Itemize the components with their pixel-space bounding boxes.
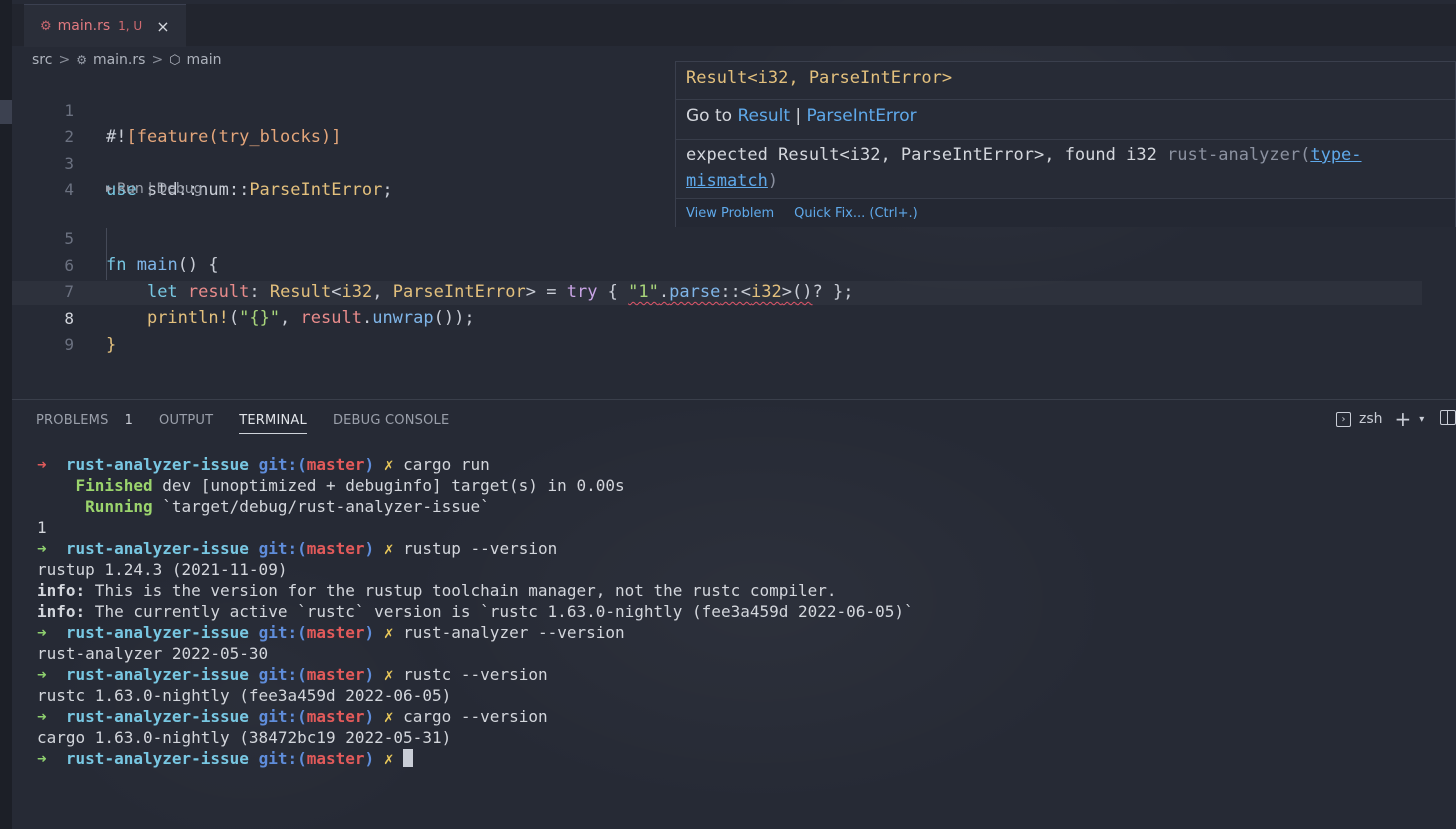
hover-popup: Result<i32, ParseIntError> Go to Result …: [675, 61, 1456, 227]
terminal-icon: ›: [1336, 411, 1351, 427]
panel-tabs: PROBLEMS 1 OUTPUT TERMINAL DEBUG CONSOLE: [36, 406, 475, 434]
code-line-8[interactable]: 8 }: [0, 280, 1420, 355]
codelens-run[interactable]: Run: [117, 181, 144, 197]
divider: [676, 99, 1455, 100]
terminal-line: 1: [37, 518, 47, 537]
rust-file-icon: ⚙: [40, 18, 52, 34]
rust-file-icon: ⚙: [76, 53, 87, 67]
plus-icon[interactable]: +: [1395, 409, 1412, 429]
breadcrumb-file[interactable]: main.rs: [93, 52, 145, 68]
view-problem-button[interactable]: View Problem: [686, 206, 774, 221]
chevron-right-icon: >: [151, 52, 164, 68]
panel-border: [12, 399, 1456, 400]
tab-terminal[interactable]: TERMINAL: [239, 406, 307, 434]
divider: [676, 139, 1455, 140]
terminal-line: ➜ rust-analyzer-issue git:(master) ✗ car…: [37, 455, 490, 474]
code-line-7[interactable]: 7 println!("{}", result.unwrap());: [0, 253, 1420, 328]
goto-result-link[interactable]: Result: [737, 106, 790, 126]
terminal-line: ➜ rust-analyzer-issue git:(master) ✗: [37, 748, 914, 769]
close-icon[interactable]: ×: [156, 17, 169, 36]
terminal-line: Finished dev [unoptimized + debuginfo] t…: [75, 476, 625, 495]
problems-count-badge: 1: [124, 412, 134, 428]
tab-main-rs[interactable]: ⚙ main.rs 1, U ×: [24, 4, 186, 47]
shell-name[interactable]: zsh: [1359, 411, 1383, 427]
hover-goto: Go to Result | ParseIntError: [686, 106, 917, 126]
cube-icon: ⬡: [169, 52, 181, 68]
terminal-line: rustup 1.24.3 (2021-11-09): [37, 560, 288, 579]
code-line-6[interactable]: 6 let result: Result<i32, ParseIntError>…: [0, 227, 1420, 302]
breadcrumb-symbol[interactable]: main: [187, 52, 222, 68]
terminal-line: rustc 1.63.0-nightly (fee3a459d 2022-06-…: [37, 686, 452, 705]
tab-output[interactable]: OUTPUT: [159, 406, 213, 434]
codelens-sep: |: [147, 181, 153, 197]
quick-fix-button[interactable]: Quick Fix... (Ctrl+.): [794, 206, 918, 221]
split-terminal-icon[interactable]: [1440, 410, 1456, 425]
tab-filename: main.rs: [57, 18, 111, 34]
breadcrumb: src > ⚙ main.rs > ⬡ main: [32, 50, 222, 70]
terminal-line: info: The currently active `rustc` versi…: [37, 602, 914, 621]
terminal-cursor: [403, 749, 414, 767]
hover-signature: Result<i32, ParseIntError>: [686, 68, 953, 88]
codelens-debug[interactable]: Debug: [157, 181, 203, 197]
terminal-line: ➜ rust-analyzer-issue git:(master) ✗ car…: [37, 707, 548, 726]
terminal-line: ➜ rust-analyzer-issue git:(master) ✗ rus…: [37, 665, 548, 684]
hover-diagnostic-message: expected Result<i32, ParseIntError>, fou…: [686, 145, 1362, 191]
chevron-right-icon: >: [58, 52, 71, 68]
terminal-line: rust-analyzer 2022-05-30: [37, 644, 269, 663]
line-number: 9: [64, 335, 74, 354]
codelens: ▶ Run | Debug: [106, 180, 203, 198]
play-icon: ▶: [106, 184, 113, 194]
hover-actions: View Problem Quick Fix... (Ctrl+.): [676, 198, 1455, 227]
tab-debug-console[interactable]: DEBUG CONSOLE: [333, 406, 449, 434]
terminal-line: ➜ rust-analyzer-issue git:(master) ✗ rus…: [37, 623, 625, 642]
chevron-down-icon[interactable]: ▾: [1419, 414, 1424, 425]
editor-tab-bar: ⚙ main.rs 1, U ×: [12, 4, 1456, 47]
terminal-output[interactable]: ➜ rust-analyzer-issue git:(master) ✗ car…: [37, 454, 914, 769]
terminal-controls: › zsh + ▾: [1336, 408, 1424, 430]
tab-status: 1, U: [118, 19, 143, 33]
tab-problems[interactable]: PROBLEMS 1: [36, 406, 133, 434]
goto-parseinterror-link[interactable]: ParseIntError: [807, 106, 917, 126]
terminal-line: cargo 1.63.0-nightly (38472bc19 2022-05-…: [37, 728, 452, 747]
breadcrumb-folder[interactable]: src: [32, 52, 52, 68]
terminal-line: ➜ rust-analyzer-issue git:(master) ✗ rus…: [37, 539, 558, 558]
terminal-line: Running `target/debug/rust-analyzer-issu…: [85, 497, 490, 516]
code-line-9[interactable]: 9: [0, 306, 1420, 354]
terminal-line: info: This is the version for the rustup…: [37, 581, 837, 600]
